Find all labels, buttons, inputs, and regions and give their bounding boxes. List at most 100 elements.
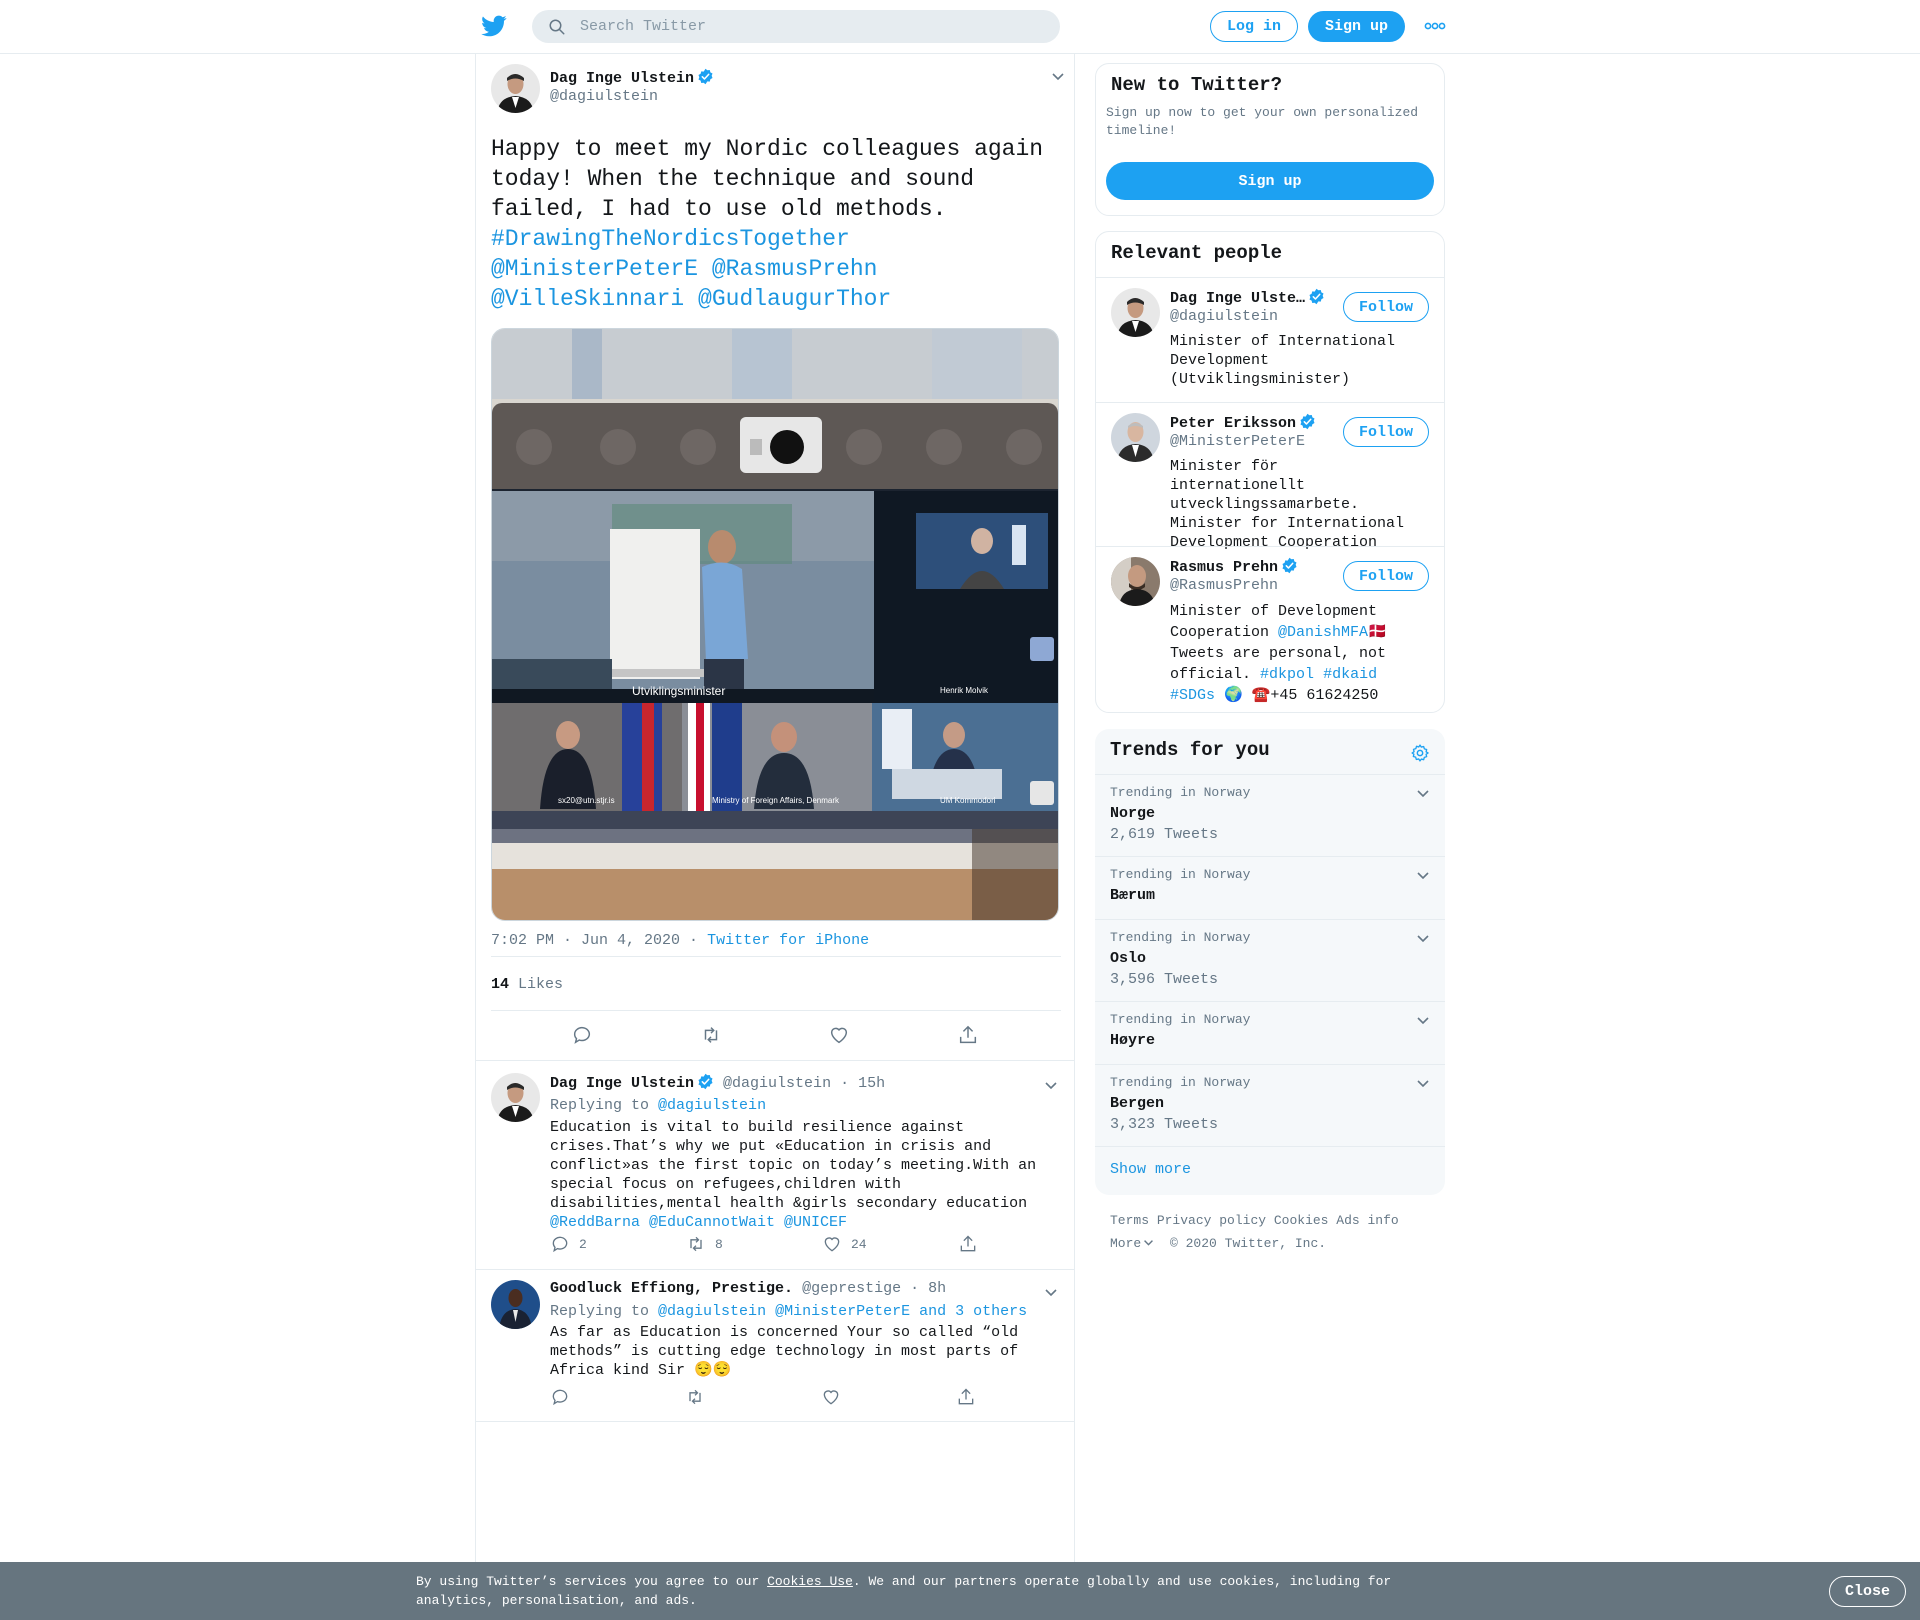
login-button[interactable]: Log in bbox=[1210, 11, 1298, 42]
avatar[interactable] bbox=[491, 64, 540, 113]
chevron-down-icon[interactable] bbox=[1416, 1016, 1430, 1026]
cookies-use-link[interactable]: Cookies Use bbox=[767, 1574, 853, 1589]
show-more-link[interactable]: Show more bbox=[1110, 1161, 1191, 1178]
chevron-down-icon[interactable] bbox=[1044, 1081, 1058, 1091]
reply-icon[interactable] bbox=[571, 1024, 593, 1046]
footer-more-link[interactable]: More bbox=[1110, 1236, 1154, 1251]
avatar[interactable] bbox=[491, 1073, 540, 1122]
chevron-down-icon[interactable] bbox=[1416, 934, 1430, 944]
person-handle[interactable]: @dagiulstein bbox=[1170, 308, 1278, 325]
chevron-down-icon[interactable] bbox=[1044, 1288, 1058, 1298]
share-action[interactable] bbox=[956, 1387, 976, 1407]
chevron-down-icon[interactable] bbox=[1416, 789, 1430, 799]
chevron-down-icon[interactable] bbox=[1051, 72, 1065, 82]
avatar[interactable] bbox=[1111, 413, 1160, 462]
verified-badge-icon bbox=[698, 1073, 713, 1090]
author-handle[interactable]: @dagiulstein bbox=[550, 88, 658, 105]
avatar[interactable] bbox=[491, 1280, 540, 1329]
author-name[interactable]: Dag Inge Ulstein bbox=[550, 1075, 694, 1092]
tweet-photo[interactable]: Utviklingsminister Henrik Molvik sx20@ut… bbox=[491, 328, 1059, 921]
likes-count: 14 bbox=[491, 976, 510, 993]
mention-link[interactable]: @RasmusPrehn bbox=[712, 256, 878, 282]
more-icon[interactable] bbox=[1424, 20, 1446, 32]
footer-link-terms[interactable]: Terms bbox=[1110, 1213, 1149, 1228]
reply-time[interactable]: · 8h bbox=[910, 1280, 946, 1297]
author-name[interactable]: Dag Inge Ulstein bbox=[550, 70, 694, 87]
trend-context: Trending in Norway bbox=[1110, 785, 1251, 800]
author-name[interactable]: Goodluck Effiong, Prestige. bbox=[550, 1280, 793, 1297]
trend-item[interactable]: Trending in Norway Norge 2,619 Tweets bbox=[1095, 774, 1445, 856]
person-handle[interactable]: @RasmusPrehn bbox=[1170, 577, 1278, 594]
author-handle[interactable]: @geprestige bbox=[802, 1280, 901, 1297]
bio-mention-link[interactable]: @DanishMFA bbox=[1278, 624, 1368, 641]
signup-button[interactable]: Sign up bbox=[1308, 11, 1405, 42]
reply-mentions[interactable]: @ReddBarna @EduCannotWait @UNICEF bbox=[550, 1213, 1060, 1232]
chevron-down-icon[interactable] bbox=[1416, 1079, 1430, 1089]
replying-to-link[interactable]: @dagiulstein @MinisterPeterE bbox=[658, 1303, 910, 1320]
trend-name: Bergen bbox=[1110, 1095, 1165, 1112]
reply-text: Education is vital to build resilience a… bbox=[550, 1119, 1037, 1212]
like-action[interactable] bbox=[821, 1387, 956, 1407]
mention-link[interactable]: @MinisterPeterE bbox=[491, 256, 698, 282]
twitter-logo-icon[interactable] bbox=[480, 13, 508, 39]
person-item[interactable]: Rasmus Prehn @RasmusPrehn Minister of De… bbox=[1096, 546, 1444, 712]
tweet-source-link[interactable]: Twitter for iPhone bbox=[707, 932, 869, 949]
trend-name: Høyre bbox=[1110, 1032, 1156, 1049]
reply-time[interactable]: · 15h bbox=[840, 1075, 885, 1092]
retweet-count: 8 bbox=[715, 1236, 723, 1252]
share-icon[interactable] bbox=[957, 1024, 979, 1046]
trend-item[interactable]: Trending in Norway Bergen 3,323 Tweets bbox=[1095, 1064, 1445, 1146]
signup-button[interactable]: Sign up bbox=[1106, 162, 1434, 200]
close-button[interactable]: Close bbox=[1829, 1576, 1906, 1607]
person-name[interactable]: Rasmus Prehn bbox=[1170, 559, 1278, 576]
divider bbox=[491, 1010, 1061, 1011]
trend-item[interactable]: Trending in Norway Høyre bbox=[1095, 1001, 1445, 1064]
search-input[interactable]: Search Twitter bbox=[532, 10, 1060, 43]
person-name[interactable]: Dag Inge Ulste… bbox=[1170, 290, 1305, 307]
settings-gear-icon[interactable] bbox=[1410, 743, 1430, 763]
replying-to-link[interactable]: @dagiulstein bbox=[658, 1097, 766, 1114]
bio-hashtag-link[interactable]: #dkpol bbox=[1260, 666, 1314, 683]
person-bio: Minister of Development Cooperation @Dan… bbox=[1170, 601, 1410, 706]
reply-tweet[interactable]: Dag Inge Ulstein @dagiulstein · 15h Repl… bbox=[476, 1061, 1074, 1270]
avatar[interactable] bbox=[1111, 288, 1160, 337]
footer-link-privacy[interactable]: Privacy policy bbox=[1157, 1213, 1266, 1228]
verified-badge-icon bbox=[1300, 413, 1315, 430]
retweet-action[interactable]: 8 bbox=[686, 1234, 822, 1254]
show-more-row[interactable]: Show more bbox=[1095, 1146, 1445, 1195]
cookie-banner: By using Twitter’s services you agree to… bbox=[0, 1562, 1920, 1620]
follow-button[interactable]: Follow bbox=[1343, 417, 1429, 447]
chevron-down-icon[interactable] bbox=[1416, 871, 1430, 881]
tweet-timestamp[interactable]: 7:02 PM · Jun 4, 2020 bbox=[491, 932, 680, 949]
bio-hashtag-link[interactable]: #dkaid bbox=[1323, 666, 1377, 683]
like-icon[interactable] bbox=[828, 1024, 850, 1046]
mention-link[interactable]: @VilleSkinnari bbox=[491, 286, 684, 312]
retweet-action[interactable] bbox=[685, 1387, 821, 1407]
person-bio: Minister of International Development (U… bbox=[1170, 333, 1396, 388]
footer-links: Terms Privacy policy Cookies Ads info Mo… bbox=[1110, 1209, 1440, 1255]
mention-link[interactable]: @GudlaugurThor bbox=[698, 286, 891, 312]
replying-others-link[interactable]: and 3 others bbox=[919, 1303, 1027, 1320]
bio-hashtag-link[interactable]: #SDGs bbox=[1170, 687, 1215, 704]
person-handle[interactable]: @MinisterPeterE bbox=[1170, 433, 1305, 450]
follow-button[interactable]: Follow bbox=[1343, 561, 1429, 591]
reply-tweet[interactable]: Goodluck Effiong, Prestige. @geprestige … bbox=[476, 1270, 1074, 1422]
footer-link-cookies[interactable]: Cookies bbox=[1274, 1213, 1329, 1228]
person-item[interactable]: Peter Eriksson @MinisterPeterE Minister … bbox=[1096, 402, 1444, 551]
likes-summary[interactable]: 14 Likes bbox=[491, 976, 563, 993]
person-bio: Minister för internationellt utvecklings… bbox=[1170, 458, 1405, 551]
hashtag-link[interactable]: #DrawingTheNordicsTogether bbox=[491, 226, 850, 252]
footer-link-ads-info[interactable]: Ads info bbox=[1336, 1213, 1398, 1228]
follow-button[interactable]: Follow bbox=[1343, 292, 1429, 322]
trend-item[interactable]: Trending in Norway Bærum bbox=[1095, 856, 1445, 919]
retweet-icon[interactable] bbox=[700, 1024, 722, 1046]
share-action[interactable] bbox=[958, 1234, 978, 1254]
trend-item[interactable]: Trending in Norway Oslo 3,596 Tweets bbox=[1095, 919, 1445, 1001]
reply-action[interactable]: 2 bbox=[550, 1234, 686, 1254]
person-name[interactable]: Peter Eriksson bbox=[1170, 415, 1296, 432]
person-item[interactable]: Dag Inge Ulste… @dagiulstein Minister of… bbox=[1096, 277, 1444, 402]
avatar[interactable] bbox=[1111, 557, 1160, 606]
like-action[interactable]: 24 bbox=[822, 1234, 958, 1254]
author-handle[interactable]: @dagiulstein bbox=[723, 1075, 831, 1092]
reply-action[interactable] bbox=[550, 1387, 685, 1407]
